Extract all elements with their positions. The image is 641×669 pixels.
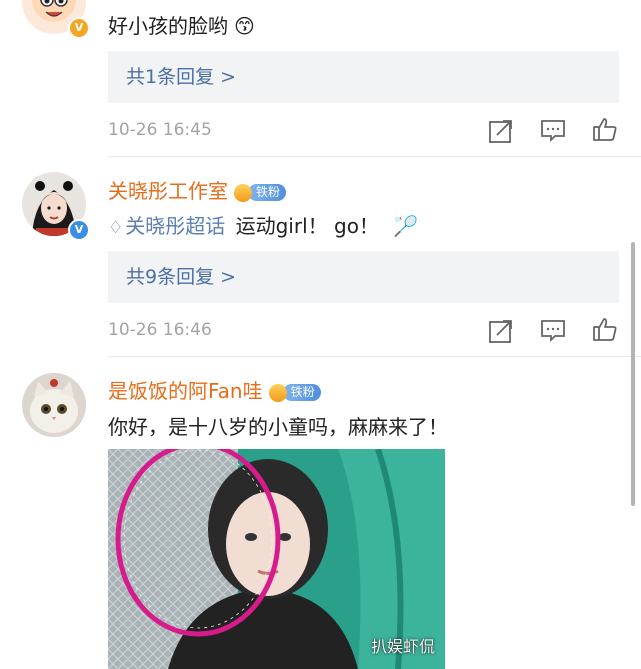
attached-photo[interactable]: 扒娱虾侃 [108, 449, 445, 669]
share-icon[interactable] [488, 318, 514, 344]
fan-badge: 铁粉 [234, 183, 287, 203]
comment-body: 好小孩的脸哟 [108, 14, 228, 38]
share-icon[interactable] [488, 118, 514, 144]
crown-icon [234, 183, 252, 202]
emoji: 😙 [234, 14, 255, 38]
comment-text: 好小孩的脸哟 😙 [108, 10, 255, 39]
avatar[interactable] [22, 373, 86, 437]
verified-icon: V [68, 219, 90, 241]
diamond-icon: ♢ [108, 218, 124, 238]
username[interactable]: 关晓彤工作室 铁粉 [108, 175, 287, 204]
username[interactable]: 是饭饭的阿Fan哇 铁粉 [108, 375, 321, 404]
timestamp: 10-26 16:45 [108, 120, 212, 140]
fan-badge: 铁粉 [268, 383, 321, 403]
scrollbar[interactable] [631, 242, 635, 506]
fan-badge-label: 铁粉 [248, 184, 287, 201]
comment-icon[interactable] [540, 318, 566, 344]
timestamp: 10-26 16:46 [108, 320, 212, 340]
comment-text: 你好，是十八岁的小童吗，麻麻来了！ [108, 415, 448, 439]
username-text: 关晓彤工作室 [108, 179, 228, 203]
reply-count-link[interactable]: 共1条回复 > [108, 51, 619, 103]
comment-body: 运动girl！ go！ [235, 214, 379, 238]
crown-icon [268, 383, 287, 402]
reply-count-link[interactable]: 共9条回复 > [108, 251, 619, 303]
emoji: 🏸 [393, 214, 419, 238]
like-icon[interactable] [592, 316, 618, 342]
comment-text: ♢ 关晓彤超话 运动girl！ go！ 🏸 [108, 210, 418, 239]
divider [108, 356, 641, 357]
comment-icon[interactable] [540, 118, 566, 144]
super-topic-link[interactable]: ♢ 关晓彤超话 [108, 214, 225, 238]
like-icon[interactable] [592, 116, 618, 142]
watermark: 扒娱虾侃 [370, 637, 435, 656]
fan-badge-label: 铁粉 [282, 384, 321, 401]
verified-icon: V [68, 17, 90, 39]
username-text: 是饭饭的阿Fan哇 [108, 379, 263, 403]
divider [108, 156, 641, 157]
